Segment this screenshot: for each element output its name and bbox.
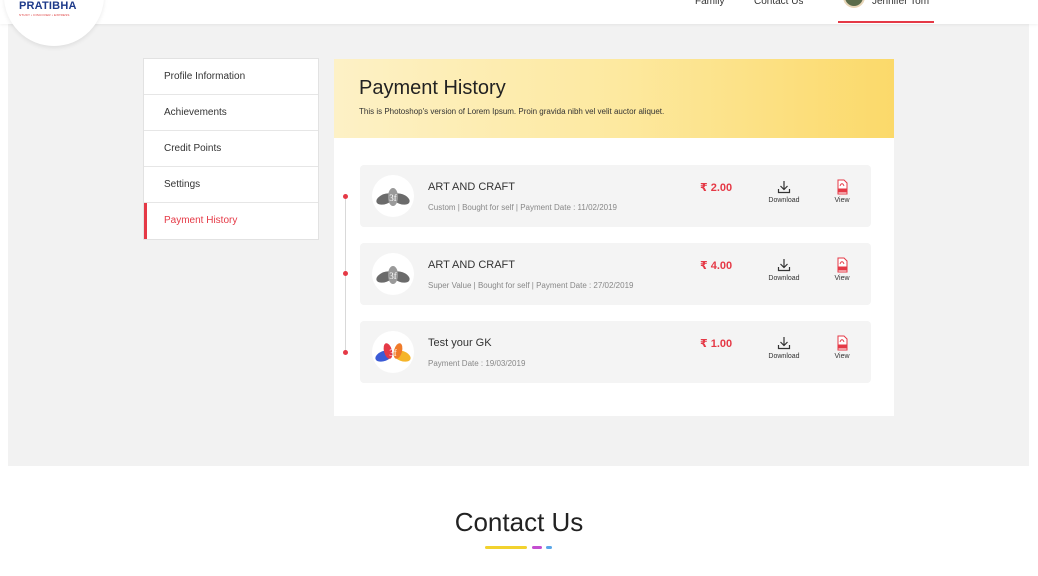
payment-item-title: ART AND CRAFT [428,259,515,271]
brand-logo-text: PRATIBHA [19,0,77,12]
download-label: Download [768,353,800,360]
contact-section-title: Contact Us [454,507,584,537]
payment-item-title: Test your GK [428,337,492,349]
payment-row: 3f ART AND CRAFT Super Value | Bought fo… [360,243,871,305]
payment-item-title: ART AND CRAFT [428,181,515,193]
timeline-dot [343,350,348,355]
pdf-icon [837,257,848,273]
payment-amount: ₹ 4.00 [700,260,733,272]
divider-bar-purple [532,546,542,549]
timeline-dot [343,194,348,199]
page-title: Payment History [359,77,506,99]
payment-history-banner: Payment History This is Photoshop's vers… [334,59,894,138]
lotus-color-icon: 3f [372,331,414,373]
nav-item-family[interactable]: Family [695,0,724,10]
timeline-dot [343,271,348,276]
sidebar-item-profile-information[interactable]: Profile Information [144,59,318,95]
divider-bar-yellow [485,546,527,549]
download-button[interactable]: Download [759,335,809,360]
download-icon [777,337,791,350]
view-button[interactable]: View [817,179,867,204]
download-label: Download [768,275,800,282]
svg-text:3f: 3f [389,348,397,358]
payment-item-meta: Custom | Bought for self | Payment Date … [428,203,617,212]
payment-row: 3f ART AND CRAFT Custom | Bought for sel… [360,165,871,227]
profile-sidebar: Profile Information Achievements Credit … [143,58,319,240]
sidebar-item-payment-history[interactable]: Payment History [144,203,318,239]
lotus-grey-icon: 3f [372,175,414,217]
view-label: View [834,275,850,282]
payment-item-meta: Payment Date : 19/03/2019 [428,359,526,368]
brand-tagline: STUDY • DISCOVER • EXPRESS [19,13,70,17]
download-button[interactable]: Download [759,179,809,204]
view-label: View [834,197,850,204]
download-label: Download [768,197,800,204]
download-button[interactable]: Download [759,257,809,282]
view-button[interactable]: View [817,335,867,360]
pdf-icon [837,179,848,195]
nav-item-contact[interactable]: Contact Us [754,0,803,10]
payment-row: 3f Test your GK Payment Date : 19/03/201… [360,321,871,383]
view-button[interactable]: View [817,257,867,282]
user-avatar[interactable] [843,0,865,8]
view-label: View [834,353,850,360]
svg-text:3f: 3f [389,271,397,281]
svg-text:3f: 3f [389,193,397,203]
payment-item-meta: Super Value | Bought for self | Payment … [428,281,634,290]
divider-bar-blue [546,546,552,549]
download-icon [777,181,791,194]
pdf-icon [837,335,848,351]
sidebar-item-credit-points[interactable]: Credit Points [144,131,318,167]
lotus-grey-icon: 3f [372,253,414,295]
nav-item-username[interactable]: Jennifer Tom [872,0,929,10]
nav-active-underline [838,21,934,23]
page-subtitle: This is Photoshop's version of Lorem Ips… [359,107,665,116]
payment-amount: ₹ 1.00 [700,338,733,350]
sidebar-item-settings[interactable]: Settings [144,167,318,203]
payment-amount: ₹ 2.00 [700,182,733,194]
top-header: Family Contact Us Jennifer Tom [0,0,1038,24]
sidebar-item-achievements[interactable]: Achievements [144,95,318,131]
download-icon [777,259,791,272]
